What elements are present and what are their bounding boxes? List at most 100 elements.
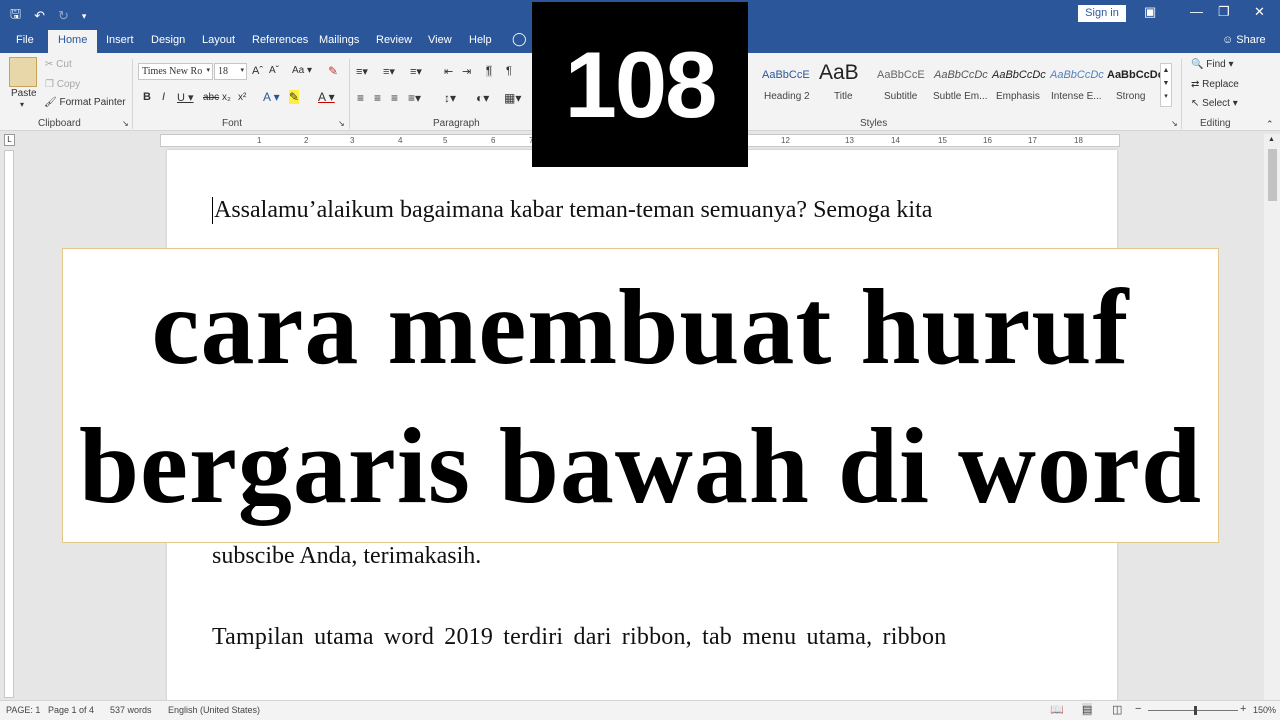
underline-icon[interactable]: U ▾: [177, 91, 194, 104]
find-label: Find: [1206, 59, 1226, 70]
select-button[interactable]: ↖ Select ▾: [1191, 98, 1238, 109]
grow-font-icon[interactable]: Aˆ: [252, 65, 263, 77]
scroll-thumb[interactable]: [1268, 149, 1277, 201]
copy-icon: ❐: [45, 79, 57, 90]
multilevel-list-icon[interactable]: ≡▾: [410, 65, 422, 78]
zoom-slider-thumb[interactable]: [1194, 706, 1197, 715]
replace-button[interactable]: ⇄ Replace: [1191, 79, 1239, 90]
customize-qat-icon[interactable]: ▾: [82, 11, 87, 22]
clear-formatting-icon[interactable]: ✎: [328, 64, 338, 78]
shrink-font-icon[interactable]: Aˇ: [269, 65, 279, 76]
share-button[interactable]: ☺ Share: [1222, 34, 1266, 46]
align-left-icon[interactable]: ≡: [357, 91, 364, 105]
tab-design[interactable]: Design: [151, 34, 185, 46]
select-label: Select: [1202, 98, 1230, 109]
ruler-number: 13: [845, 136, 854, 145]
paragraph-group-label: Paragraph: [433, 118, 480, 129]
tab-view[interactable]: View: [428, 34, 452, 46]
bullets-icon[interactable]: ≡▾: [356, 65, 368, 78]
copy-button[interactable]: ❐ Copy: [45, 79, 80, 90]
zoom-in-icon[interactable]: +: [1240, 703, 1246, 715]
ruler-number: 6: [491, 136, 496, 145]
subscript-icon[interactable]: x₂: [222, 92, 231, 103]
document-line-3[interactable]: Tampilan utama word 2019 terdiri dari ri…: [212, 624, 1074, 651]
shading-icon[interactable]: ◐▾: [476, 91, 489, 105]
strikethrough-icon[interactable]: abc: [203, 92, 219, 103]
zoom-slider[interactable]: [1148, 710, 1238, 711]
close-icon[interactable]: ✕: [1254, 4, 1265, 20]
search-icon: 🔍: [1191, 59, 1207, 70]
maximize-icon[interactable]: ❐: [1218, 4, 1230, 20]
collapse-ribbon-icon[interactable]: ⌃: [1266, 119, 1274, 130]
tab-file[interactable]: File: [16, 34, 34, 46]
line-spacing-icon[interactable]: ↕▾: [444, 91, 456, 105]
font-family-select[interactable]: Times New Ro ▾: [138, 63, 213, 80]
align-center-icon[interactable]: ≡: [374, 91, 381, 105]
justify-icon[interactable]: ≡▾: [408, 91, 421, 105]
page-indicator[interactable]: PAGE: 1: [6, 705, 40, 715]
tab-references[interactable]: References: [252, 34, 308, 46]
document-line-2[interactable]: subscibe Anda, terimakasih.: [212, 543, 1074, 570]
read-mode-icon[interactable]: 📖: [1050, 703, 1064, 716]
increase-indent-icon[interactable]: ⇥: [462, 65, 471, 78]
status-bar: PAGE: 1 Page 1 of 4 537 words English (U…: [0, 700, 1280, 720]
paste-icon[interactable]: [9, 57, 37, 87]
font-launcher-icon[interactable]: ↘: [338, 119, 345, 128]
format-painter-label: Format Painter: [59, 97, 126, 108]
document-line-1[interactable]: Assalamu’alaikum bagaimana kabar teman-t…: [212, 197, 1074, 224]
rtl-icon[interactable]: ¶: [506, 65, 512, 77]
tab-home[interactable]: Home: [48, 30, 98, 53]
ribbon-display-icon[interactable]: ▣: [1144, 4, 1156, 20]
decrease-indent-icon[interactable]: ⇤: [444, 65, 453, 78]
styles-launcher-icon[interactable]: ↘: [1171, 119, 1178, 128]
divider: [349, 59, 350, 129]
tab-selector-icon[interactable]: L: [4, 134, 15, 146]
font-size-value: 18: [218, 66, 228, 77]
ltr-icon[interactable]: ¶: [486, 65, 492, 77]
tab-review[interactable]: Review: [376, 34, 412, 46]
save-icon[interactable]: 🖫: [10, 5, 21, 27]
style-sample: AaBbCcDc: [934, 69, 988, 81]
ruler-number: 1: [257, 136, 262, 145]
style-name: Title: [834, 91, 853, 102]
page-count[interactable]: Page 1 of 4: [48, 705, 94, 715]
cut-button[interactable]: ✂ Cut: [45, 59, 72, 70]
styles-scroll-control[interactable]: ▲ ▼ ▾: [1160, 63, 1172, 107]
text-effects-icon[interactable]: A ▾: [263, 90, 280, 104]
style-name: Emphasis: [996, 91, 1040, 102]
superscript-icon[interactable]: x²: [238, 92, 246, 103]
print-layout-icon[interactable]: ▤: [1082, 703, 1093, 716]
zoom-out-icon[interactable]: −: [1135, 703, 1141, 715]
paste-dropdown-icon[interactable]: ▾: [20, 100, 24, 109]
highlight-icon[interactable]: ✎: [289, 90, 300, 104]
ruler-number: 12: [781, 136, 790, 145]
sign-in-button[interactable]: Sign in: [1078, 5, 1126, 22]
tab-layout[interactable]: Layout: [202, 34, 235, 46]
word-count[interactable]: 537 words: [110, 705, 152, 715]
tab-mailings[interactable]: Mailings: [319, 34, 359, 46]
lightbulb-icon[interactable]: ◯: [512, 31, 527, 47]
change-case-icon[interactable]: Aa ▾: [292, 65, 312, 76]
bold-icon[interactable]: B: [143, 91, 151, 103]
redo-icon[interactable]: ↻: [58, 8, 69, 24]
align-right-icon[interactable]: ≡: [391, 91, 398, 105]
find-button[interactable]: 🔍 Find ▾: [1191, 59, 1234, 70]
tab-insert[interactable]: Insert: [106, 34, 134, 46]
minimize-icon[interactable]: —: [1190, 4, 1203, 19]
vertical-scrollbar[interactable]: ▲: [1264, 134, 1280, 700]
scroll-up-icon[interactable]: ▲: [1268, 136, 1275, 143]
title-line-2: bergaris bawah di word: [78, 407, 1203, 526]
tab-help[interactable]: Help: [469, 34, 492, 46]
borders-icon[interactable]: ▦▾: [504, 91, 521, 105]
zoom-level[interactable]: 150%: [1253, 705, 1276, 715]
format-painter-button[interactable]: 🖌 Format Painter: [44, 97, 126, 108]
numbering-icon[interactable]: ≡▾: [383, 65, 395, 78]
clipboard-launcher-icon[interactable]: ↘: [122, 119, 129, 128]
language-indicator[interactable]: English (United States): [168, 705, 260, 715]
font-size-select[interactable]: 18 ▾: [214, 63, 247, 80]
italic-icon[interactable]: I: [162, 91, 165, 103]
undo-icon[interactable]: ↶: [34, 8, 45, 24]
paste-button[interactable]: Paste: [11, 88, 37, 99]
font-color-icon[interactable]: A ▾: [318, 90, 335, 104]
web-layout-icon[interactable]: ◫: [1112, 703, 1122, 716]
